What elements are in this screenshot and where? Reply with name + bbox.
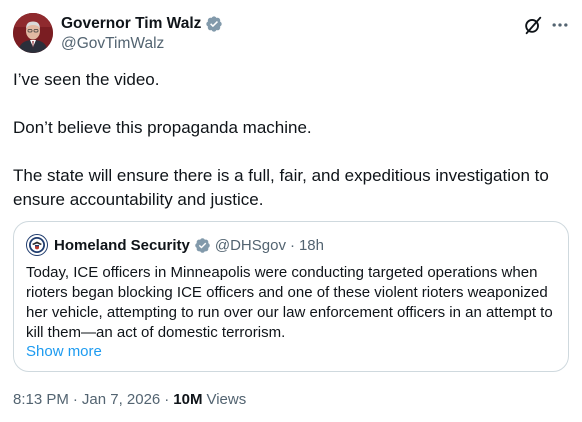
separator-dot: ·	[289, 236, 295, 254]
government-verified-badge-icon[interactable]	[194, 237, 211, 254]
quoted-tweet-header: Homeland Security @DHSgov · 18h	[26, 234, 324, 256]
separator-dot: ·	[72, 390, 78, 408]
verified-badge-icon[interactable]	[205, 15, 223, 33]
tweet-text: I’ve seen the video. Don’t believe this …	[13, 68, 569, 212]
dhs-seal-icon[interactable]	[26, 234, 48, 256]
quoted-tweet-text: Today, ICE officers in Minneapolis were …	[26, 264, 553, 341]
views-label: Views	[206, 390, 247, 408]
show-more-link[interactable]: Show more	[26, 342, 102, 362]
tweet-paragraph: The state will ensure there is a full, f…	[13, 166, 549, 209]
views-count: 10M	[173, 390, 203, 408]
tweet-time[interactable]: 8:13 PM	[13, 391, 69, 408]
tweet-meta: 8:13 PM · Jan 7, 2026 · 10M Views	[13, 389, 246, 409]
author-avatar[interactable]	[13, 13, 53, 53]
separator-dot: ·	[164, 390, 170, 408]
author-avatar-image	[13, 13, 53, 53]
tweet-date[interactable]: Jan 7, 2026	[82, 391, 160, 408]
author-name-row[interactable]: Governor Tim Walz	[61, 13, 223, 35]
author-handle[interactable]: @GovTimWalz	[61, 35, 164, 53]
quoted-display-name[interactable]: Homeland Security	[54, 237, 190, 254]
author-display-name[interactable]: Governor Tim Walz	[61, 15, 201, 33]
tweet-paragraph: Don’t believe this propaganda machine.	[13, 118, 312, 137]
grok-icon[interactable]	[521, 14, 545, 36]
quoted-handle[interactable]: @DHSgov	[215, 237, 286, 254]
quoted-tweet-card[interactable]: Homeland Security @DHSgov · 18h Today, I…	[13, 221, 569, 372]
quoted-time-ago[interactable]: 18h	[299, 237, 324, 254]
more-options-icon[interactable]	[549, 14, 571, 36]
tweet-paragraph: I’ve seen the video.	[13, 70, 160, 89]
